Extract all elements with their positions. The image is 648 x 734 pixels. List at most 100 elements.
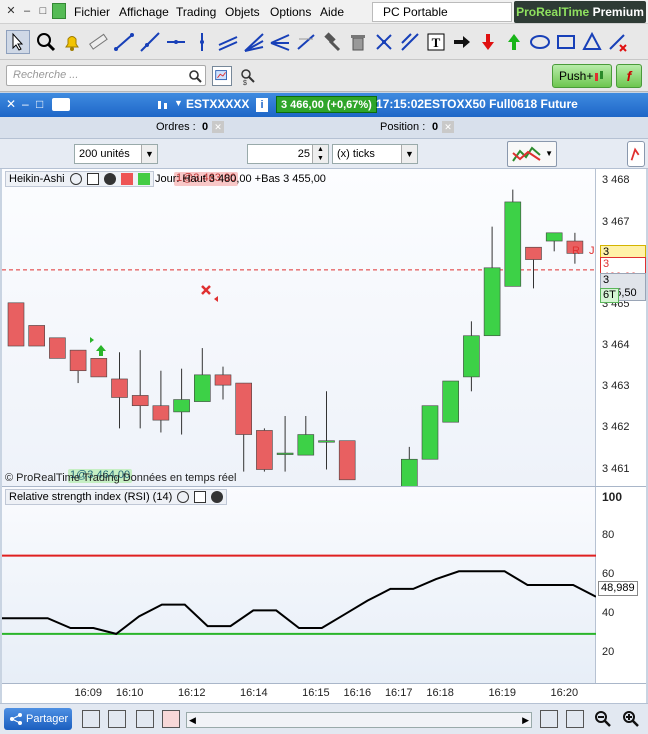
parallel-lines-icon[interactable] <box>398 30 422 54</box>
move-up-icon[interactable] <box>137 173 150 186</box>
search-input[interactable]: Recherche ... <box>6 65 206 86</box>
candle-body[interactable] <box>297 434 315 456</box>
add-indicator-icon[interactable] <box>82 710 100 728</box>
rsi-remove-icon[interactable] <box>211 491 224 504</box>
fibonacci-fan-icon[interactable] <box>242 30 266 54</box>
zoom-tool-icon[interactable] <box>34 30 58 54</box>
ellipse-tool-icon[interactable] <box>528 30 552 54</box>
candle-body[interactable] <box>214 374 232 386</box>
horizontal-scrollbar[interactable]: ◀ ▶ <box>186 712 532 728</box>
minimize-window-icon[interactable]: ‒ <box>20 4 34 18</box>
ticks-unit-dropdown-icon[interactable]: ▼ <box>401 145 417 163</box>
price-axis[interactable]: 3 4613 4623 4633 4643 4653 4663 4673 468… <box>596 169 646 486</box>
ticks-stepper[interactable]: 25 ▲ ▼ <box>247 144 329 164</box>
menu-trading[interactable]: Trading <box>176 5 216 19</box>
close-chart-icon[interactable]: ✕ <box>6 97 16 111</box>
rsi-wrench-icon[interactable] <box>177 491 190 504</box>
candle-body[interactable] <box>235 382 252 435</box>
rsi-window-icon[interactable] <box>194 491 207 504</box>
symbol-dropdown-icon[interactable]: ▼ <box>174 98 183 108</box>
bar-settings-icon[interactable] <box>136 710 154 728</box>
candle-body[interactable] <box>131 395 149 407</box>
zoom-in-icon[interactable] <box>622 710 640 728</box>
candle-body[interactable] <box>49 337 66 359</box>
candle-body[interactable] <box>318 440 335 443</box>
screener-icon[interactable] <box>212 66 232 86</box>
chart-options-button[interactable] <box>627 141 645 167</box>
candle-body[interactable] <box>421 405 439 460</box>
pitchfork-tool-icon[interactable] <box>268 30 292 54</box>
rsi-chart-area[interactable]: Relative strength index (RSI) (14) <box>2 487 596 683</box>
candles-icon[interactable] <box>156 98 170 112</box>
minimize-chart-icon[interactable]: ‒ <box>22 97 29 111</box>
keyboard-icon[interactable] <box>52 98 70 111</box>
candle-body[interactable] <box>256 430 273 470</box>
candle-body[interactable] <box>173 399 190 413</box>
wrench-icon[interactable] <box>69 173 82 186</box>
zoom-out-icon[interactable] <box>594 710 612 728</box>
info-icon[interactable]: i <box>256 98 268 112</box>
candle-body[interactable] <box>28 325 46 347</box>
candle-body[interactable] <box>504 201 522 287</box>
arrow-down-icon[interactable] <box>476 30 500 54</box>
push-button[interactable]: Push+ <box>552 64 612 88</box>
symbol-name[interactable]: ESTXXXXX <box>186 97 249 111</box>
regression-tool-icon[interactable] <box>294 30 318 54</box>
arrow-up-icon[interactable] <box>502 30 526 54</box>
triangle-tool-icon[interactable] <box>580 30 604 54</box>
indicator-menu-button[interactable]: ▼ <box>507 141 557 167</box>
candle-body[interactable] <box>525 246 542 260</box>
share-button[interactable]: Partager <box>4 708 72 730</box>
candle-body[interactable] <box>194 374 211 402</box>
candle-body[interactable] <box>69 349 87 372</box>
ray-tool-icon[interactable] <box>138 30 162 54</box>
alert-bell-icon[interactable] <box>60 30 84 54</box>
scroll-left-icon[interactable]: ◀ <box>189 715 196 726</box>
ruler-tool-icon[interactable] <box>86 30 110 54</box>
menu-aide[interactable]: Aide <box>320 5 344 19</box>
candle-body[interactable] <box>442 380 460 423</box>
close-position-icon[interactable]: ✕ <box>442 121 454 133</box>
candle-body[interactable] <box>276 452 294 455</box>
rsi-axis[interactable]: 20 40 60 80 100 48,989 <box>596 487 646 683</box>
channel-tool-icon[interactable] <box>216 30 240 54</box>
vertical-line-icon[interactable] <box>190 30 214 54</box>
search-icon[interactable] <box>188 69 202 83</box>
formula-button[interactable]: f <box>616 64 642 88</box>
candle-body[interactable] <box>152 405 170 421</box>
drawings-list-icon[interactable] <box>108 710 126 728</box>
delete-tool-icon[interactable] <box>346 30 370 54</box>
erase-drawings-icon[interactable] <box>606 30 630 54</box>
candle-body[interactable] <box>400 458 418 486</box>
cancel-orders-icon[interactable]: ✕ <box>212 121 224 133</box>
units-dropdown-icon[interactable]: ▼ <box>141 145 157 163</box>
menu-objets[interactable]: Objets <box>225 5 260 19</box>
scanner-icon[interactable]: $ <box>238 66 258 87</box>
zoom-fit-icon[interactable] <box>566 710 584 728</box>
ticks-unit-select[interactable]: (x) ticks ▼ <box>332 144 418 164</box>
text-tool-icon[interactable]: T <box>424 30 448 54</box>
hammer-tool-icon[interactable] <box>320 30 344 54</box>
rectangle-tool-icon[interactable] <box>554 30 578 54</box>
candle-body[interactable] <box>463 335 480 378</box>
remove-indicator-icon[interactable] <box>103 173 116 186</box>
scroll-right-icon[interactable]: ▶ <box>522 715 529 726</box>
ticks-spin-icon[interactable]: ▲ ▼ <box>312 145 328 163</box>
time-axis[interactable]: 16:09 16:10 16:12 16:14 16:15 16:16 16:17 16:18… <box>2 683 646 703</box>
menu-affichage[interactable]: Affichage <box>119 5 169 19</box>
indicator-dropdown-icon[interactable]: ▼ <box>545 149 553 158</box>
close-window-icon[interactable]: ✕ <box>4 4 18 18</box>
move-down-icon[interactable] <box>120 173 133 186</box>
maximize-window-icon[interactable]: □ <box>36 4 50 18</box>
autoscroll-icon[interactable] <box>540 710 558 728</box>
candle-body[interactable] <box>483 267 501 337</box>
horizontal-line-icon[interactable] <box>164 30 188 54</box>
candle-body[interactable] <box>111 378 128 398</box>
units-select[interactable]: 200 unités ▼ <box>74 144 158 164</box>
candle-body[interactable] <box>338 440 356 481</box>
window-icon[interactable] <box>86 173 99 186</box>
price-chart-area[interactable]: Heikin-Ashi 1@3 463,00 Jour: Haut 3 480,… <box>2 169 596 486</box>
layout-icon[interactable] <box>162 710 180 728</box>
menu-fichier[interactable]: Fichier <box>74 5 110 19</box>
trendline-tool-icon[interactable] <box>112 30 136 54</box>
